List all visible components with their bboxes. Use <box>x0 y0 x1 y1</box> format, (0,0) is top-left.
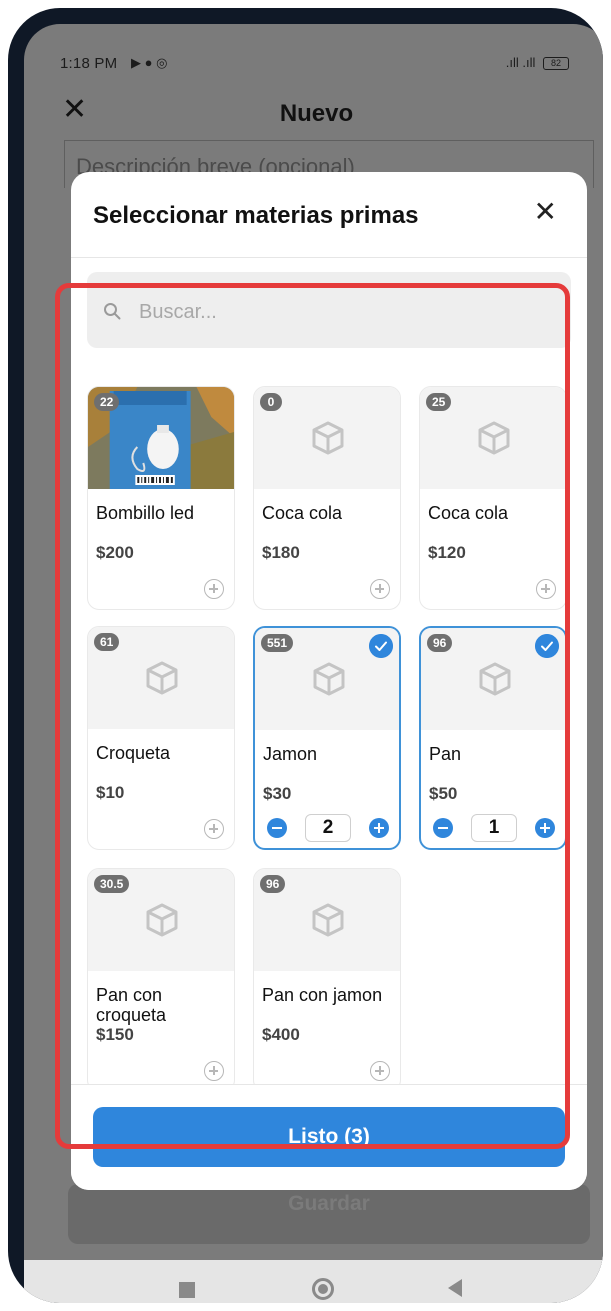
box-icon <box>146 903 178 937</box>
material-price: $10 <box>96 783 125 802</box>
material-price: $50 <box>429 784 458 803</box>
modal-footer: Listo (3) <box>71 1084 587 1190</box>
material-name: Croqueta <box>96 743 171 763</box>
stock-badge: 30.5 <box>94 875 130 893</box>
box-icon <box>313 662 345 696</box>
save-label: Guardar <box>288 1192 370 1215</box>
box-icon <box>146 661 178 695</box>
add-icon[interactable] <box>204 819 224 839</box>
quantity-stepper: 1 <box>431 814 557 842</box>
stock-badge: 22 <box>94 393 120 411</box>
box-icon <box>312 421 344 455</box>
modal-close-icon[interactable]: ✕ <box>534 198 557 226</box>
material-price: $400 <box>262 1025 300 1044</box>
material-name: Coca cola <box>428 503 509 523</box>
quantity-value[interactable]: 2 <box>305 814 351 842</box>
material-price: $120 <box>428 543 466 562</box>
material-name: Coca cola <box>262 503 343 523</box>
modal-header: Seleccionar materias primas ✕ <box>71 172 587 258</box>
stock-badge: 0 <box>260 393 282 411</box>
material-name: Bombillo led <box>96 503 195 523</box>
box-icon <box>312 903 344 937</box>
stock-badge: 96 <box>427 634 453 652</box>
material-name: Pan <box>429 744 462 764</box>
search-box[interactable] <box>87 272 571 348</box>
material-card[interactable]: 30.5 Pan con croqueta $150 <box>87 868 235 1092</box>
material-card[interactable]: 22 Bombillo led $200 <box>87 386 235 610</box>
done-button[interactable]: Listo (3) <box>93 1107 565 1167</box>
signal-icons: .ıll .ıll 82 <box>505 55 569 71</box>
stock-badge: 551 <box>261 634 294 652</box>
search-icon <box>104 303 121 320</box>
add-icon[interactable] <box>204 579 224 599</box>
add-icon[interactable] <box>204 1061 224 1081</box>
home-icon[interactable] <box>312 1278 334 1300</box>
signal-icon: .ıll .ıll <box>505 55 536 70</box>
quantity-stepper: 2 <box>265 814 391 842</box>
increment-button[interactable] <box>369 818 389 838</box>
save-button[interactable]: Guardar <box>68 1184 590 1244</box>
navigation-bar <box>24 1260 603 1303</box>
increment-button[interactable] <box>535 818 555 838</box>
material-name: Pan con croqueta <box>96 985 167 1025</box>
stock-badge: 61 <box>94 633 120 651</box>
material-card[interactable]: 61 Croqueta $10 <box>87 626 235 850</box>
modal-title: Seleccionar materias primas <box>93 202 419 229</box>
search-input[interactable] <box>139 300 559 324</box>
status-time: 1:18 PM <box>60 55 118 72</box>
phone-frame: 1:18 PM ▶ ● ◎ .ıll .ıll 82 ✕ Nuevo Descr… <box>8 8 603 1303</box>
add-icon[interactable] <box>370 1061 390 1081</box>
page-title: Nuevo <box>279 100 354 127</box>
quantity-value[interactable]: 1 <box>471 814 517 842</box>
box-icon <box>479 662 511 696</box>
material-price: $200 <box>96 543 134 562</box>
material-card-selected[interactable]: 551 Jamon $30 2 <box>253 626 401 850</box>
decrement-button[interactable] <box>433 818 453 838</box>
add-icon[interactable] <box>370 579 390 599</box>
stock-badge: 25 <box>426 393 452 411</box>
check-icon <box>369 634 393 658</box>
material-name: Jamon <box>263 744 318 764</box>
decrement-button[interactable] <box>267 818 287 838</box>
material-price: $30 <box>263 784 292 803</box>
check-icon <box>535 634 559 658</box>
recent-apps-icon[interactable] <box>179 1282 195 1298</box>
stock-badge: 96 <box>260 875 286 893</box>
select-materials-modal: Seleccionar materias primas ✕ Buscar... … <box>71 172 587 1190</box>
notification-icons: ▶ ● ◎ <box>131 55 168 70</box>
material-price: $180 <box>262 543 300 562</box>
material-card-selected[interactable]: 96 Pan $50 1 <box>419 626 567 850</box>
status-bar: 1:18 PM ▶ ● ◎ .ıll .ıll 82 <box>24 24 603 72</box>
back-icon[interactable] <box>448 1279 462 1297</box>
box-icon <box>478 421 510 455</box>
material-name: Pan con jamon <box>262 985 383 1005</box>
material-card[interactable]: 96 Pan con jamon $400 <box>253 868 401 1092</box>
material-price: $150 <box>96 1025 134 1044</box>
app-header: ✕ Nuevo <box>24 82 603 138</box>
material-card[interactable]: 25 Coca cola $120 <box>419 386 567 610</box>
done-label: Listo (3) <box>288 1125 370 1148</box>
material-card[interactable]: 0 Coca cola $180 <box>253 386 401 610</box>
battery-icon: 82 <box>543 57 569 71</box>
screen: 1:18 PM ▶ ● ◎ .ıll .ıll 82 ✕ Nuevo Descr… <box>24 24 603 1303</box>
add-icon[interactable] <box>536 579 556 599</box>
